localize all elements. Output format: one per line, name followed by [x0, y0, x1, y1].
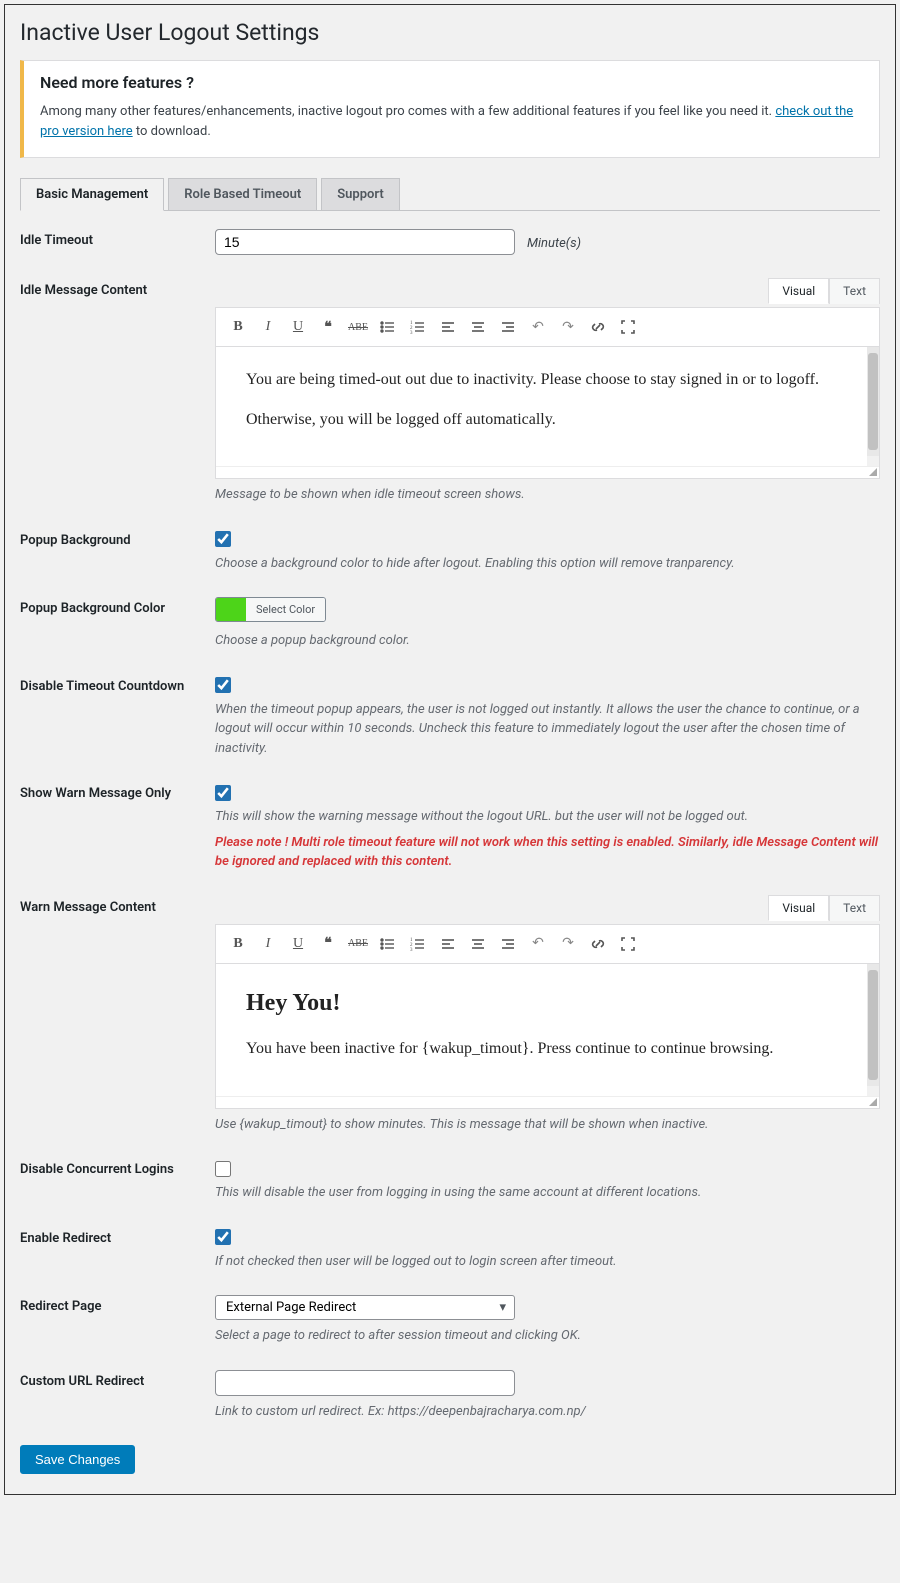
disable-concurrent-label: Disable Concurrent Logins: [20, 1158, 215, 1177]
idle-message-label: Idle Message Content: [20, 279, 215, 298]
custom-url-desc: Link to custom url redirect. Ex: https:/…: [215, 1402, 880, 1422]
enable-redirect-checkbox[interactable]: [215, 1229, 231, 1245]
custom-url-input[interactable]: [215, 1370, 515, 1396]
redirect-page-label: Redirect Page: [20, 1295, 215, 1314]
align-left-icon[interactable]: [434, 314, 462, 340]
editor-resize-handle[interactable]: [216, 466, 879, 478]
align-left-icon[interactable]: [434, 931, 462, 957]
redo-icon[interactable]: ↷: [554, 931, 582, 957]
strikethrough-icon[interactable]: ABE: [344, 931, 372, 957]
underline-icon[interactable]: U: [284, 314, 312, 340]
bullet-list-icon[interactable]: [374, 314, 402, 340]
enable-redirect-label: Enable Redirect: [20, 1227, 215, 1246]
editor-tab-text-2[interactable]: Text: [829, 895, 880, 921]
quote-icon[interactable]: ❝: [314, 314, 342, 340]
popup-bg-label: Popup Background: [20, 529, 215, 548]
quote-icon[interactable]: ❝: [314, 931, 342, 957]
popup-bg-color-desc: Choose a popup background color.: [215, 631, 880, 651]
warn-message-editor: B I U ❝ ABE 123 ↶ ↷: [215, 924, 880, 1109]
italic-icon[interactable]: I: [254, 931, 282, 957]
tabs: Basic Management Role Based Timeout Supp…: [20, 178, 880, 211]
warn-only-desc: This will show the warning message witho…: [215, 807, 880, 827]
align-right-icon[interactable]: [494, 314, 522, 340]
numbered-list-icon[interactable]: 123: [404, 314, 432, 340]
numbered-list-icon[interactable]: 123: [404, 931, 432, 957]
tab-support[interactable]: Support: [321, 178, 400, 211]
custom-url-label: Custom URL Redirect: [20, 1370, 215, 1389]
align-center-icon[interactable]: [464, 931, 492, 957]
warn-message-label: Warn Message Content: [20, 896, 215, 915]
editor-resize-handle[interactable]: [216, 1096, 879, 1108]
fullscreen-icon[interactable]: [614, 931, 642, 957]
tab-basic-management[interactable]: Basic Management: [20, 178, 164, 211]
editor-tab-visual[interactable]: Visual: [768, 278, 829, 304]
svg-text:3: 3: [410, 948, 413, 952]
italic-icon[interactable]: I: [254, 314, 282, 340]
idle-message-desc: Message to be shown when idle timeout sc…: [215, 485, 880, 505]
link-icon[interactable]: [584, 931, 612, 957]
color-swatch: [216, 598, 246, 621]
popup-bg-color-label: Popup Background Color: [20, 597, 215, 616]
bullet-list-icon[interactable]: [374, 931, 402, 957]
enable-redirect-desc: If not checked then user will be logged …: [215, 1252, 880, 1272]
undo-icon[interactable]: ↶: [524, 314, 552, 340]
idle-message-editor: B I U ❝ ABE 123: [215, 307, 880, 479]
warn-only-label: Show Warn Message Only: [20, 782, 215, 801]
disable-countdown-desc: When the timeout popup appears, the user…: [215, 700, 880, 759]
align-center-icon[interactable]: [464, 314, 492, 340]
redirect-page-desc: Select a page to redirect to after sessi…: [215, 1326, 880, 1346]
link-icon[interactable]: [584, 314, 612, 340]
strikethrough-icon[interactable]: ABE: [344, 314, 372, 340]
warn-only-checkbox[interactable]: [215, 785, 231, 801]
idle-timeout-unit: Minute(s): [527, 236, 581, 251]
idle-timeout-label: Idle Timeout: [20, 229, 215, 248]
disable-concurrent-checkbox[interactable]: [215, 1161, 231, 1177]
color-picker[interactable]: Select Color: [215, 597, 326, 622]
editor-tab-text[interactable]: Text: [829, 278, 880, 304]
notice-text: Among many other features/enhancements, …: [40, 102, 863, 141]
fullscreen-icon[interactable]: [614, 314, 642, 340]
page-title: Inactive User Logout Settings: [20, 19, 880, 46]
svg-text:3: 3: [410, 331, 413, 335]
idle-message-content[interactable]: You are being timed-out out due to inact…: [216, 347, 879, 466]
align-right-icon[interactable]: [494, 931, 522, 957]
popup-bg-desc: Choose a background color to hide after …: [215, 554, 880, 574]
bold-icon[interactable]: B: [224, 314, 252, 340]
editor-tab-visual-2[interactable]: Visual: [768, 895, 829, 921]
notice-heading: Need more features ?: [40, 73, 863, 92]
popup-bg-checkbox[interactable]: [215, 531, 231, 547]
idle-timeout-input[interactable]: [215, 229, 515, 255]
features-notice: Need more features ? Among many other fe…: [20, 60, 880, 158]
redirect-page-select[interactable]: External Page Redirect: [215, 1295, 515, 1320]
tab-role-based-timeout[interactable]: Role Based Timeout: [168, 178, 317, 211]
disable-countdown-label: Disable Timeout Countdown: [20, 675, 215, 694]
underline-icon[interactable]: U: [284, 931, 312, 957]
disable-concurrent-desc: This will disable the user from logging …: [215, 1183, 880, 1203]
select-color-button[interactable]: Select Color: [246, 598, 325, 621]
disable-countdown-checkbox[interactable]: [215, 677, 231, 693]
bold-icon[interactable]: B: [224, 931, 252, 957]
save-changes-button[interactable]: Save Changes: [20, 1445, 135, 1474]
undo-icon[interactable]: ↶: [524, 931, 552, 957]
warn-message-content[interactable]: Hey You! You have been inactive for {wak…: [216, 964, 879, 1096]
warn-only-warning: Please note ! Multi role timeout feature…: [215, 833, 880, 872]
redo-icon[interactable]: ↷: [554, 314, 582, 340]
warn-message-desc: Use {wakup_timout} to show minutes. This…: [215, 1115, 880, 1135]
